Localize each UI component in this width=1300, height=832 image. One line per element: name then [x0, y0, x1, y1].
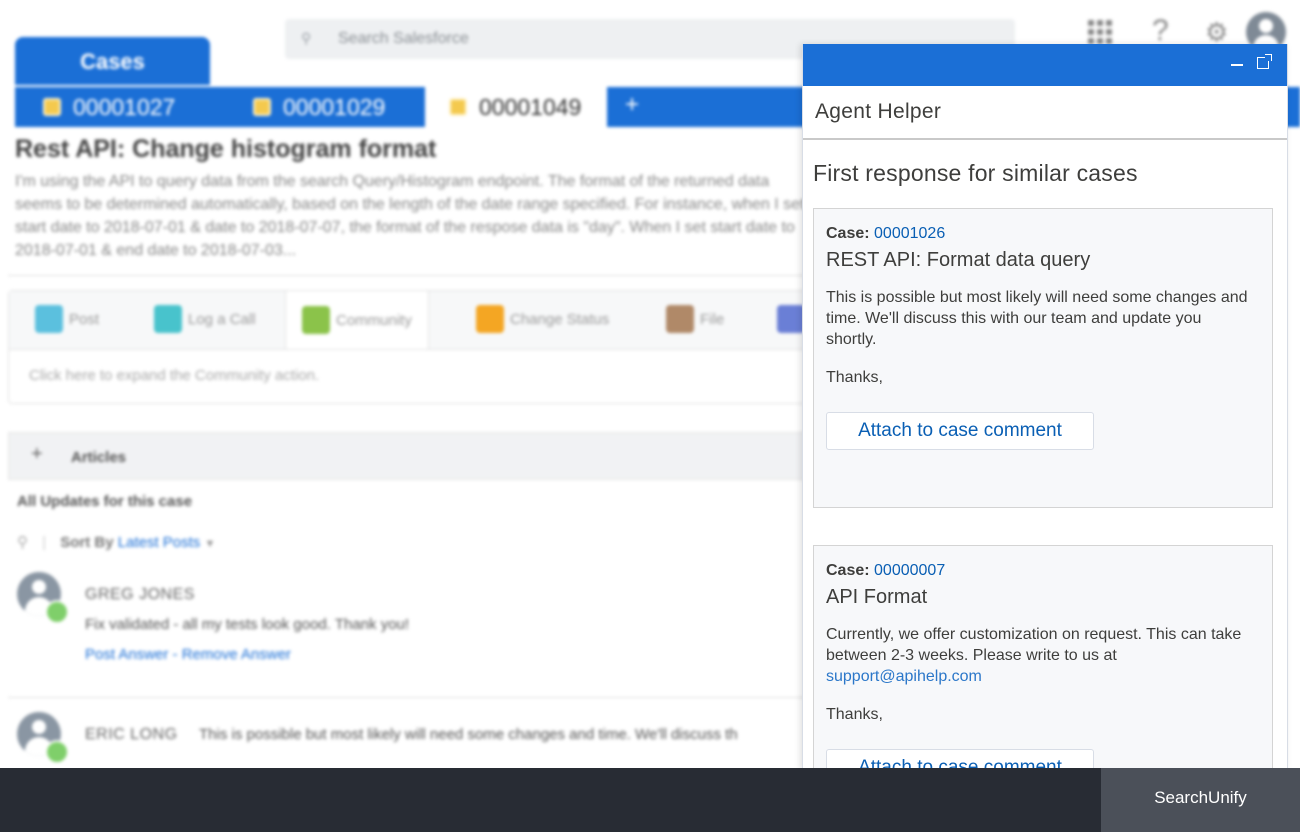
panel-title: Agent Helper	[815, 100, 942, 123]
case-title: Rest API: Change histogram format	[15, 135, 437, 163]
answer-links[interactable]: Post Answer - Remove Answer	[85, 646, 291, 663]
search-icon: ⚲	[301, 30, 312, 46]
case-icon	[449, 98, 467, 116]
case-prefix: Case:	[826, 225, 870, 242]
action-change-status[interactable]: Change Status	[476, 305, 609, 333]
chat-badge-icon	[45, 740, 69, 764]
divider	[803, 138, 1287, 140]
subtab-label: 00001049	[479, 93, 582, 120]
similar-case-card: Case: 00001026 REST API: Format data que…	[813, 208, 1273, 508]
file-icon	[666, 305, 694, 333]
sort-by-select[interactable]: Latest Posts	[118, 534, 201, 551]
chevron-down-icon[interactable]: ▼	[204, 538, 215, 550]
expand-community-action[interactable]: Click here to expand the Community actio…	[29, 367, 319, 384]
support-email-link[interactable]: support@apihelp.com	[826, 668, 982, 685]
publisher-actions: Post Log a Call Community Change Status …	[8, 290, 810, 404]
minimize-icon[interactable]	[1231, 64, 1243, 66]
card-thanks: Thanks,	[826, 369, 883, 386]
case-icon	[253, 98, 271, 116]
subtab-label: 00001027	[73, 93, 176, 120]
feed-text: This is possible but most likely will ne…	[199, 726, 738, 743]
subtab-label: 00001029	[283, 93, 386, 120]
popout-icon[interactable]	[1257, 54, 1272, 69]
help-icon[interactable]: ?	[1152, 14, 1169, 48]
community-icon	[302, 306, 330, 334]
case-icon	[43, 98, 61, 116]
chat-badge-icon	[45, 600, 69, 624]
case-line: Case: 00001026	[826, 225, 945, 243]
sort-by: ⚲ | Sort By Latest Posts ▼	[17, 534, 216, 551]
action-post[interactable]: Post	[35, 305, 99, 333]
search-placeholder: Search Salesforce	[338, 30, 469, 47]
agent-helper-panel: Agent Helper First response for similar …	[802, 44, 1288, 770]
articles-section[interactable]: + Articles	[8, 432, 810, 480]
card-thanks: Thanks,	[826, 706, 883, 723]
panel-header	[803, 44, 1287, 86]
card-body-text: Currently, we offer customization on req…	[826, 626, 1242, 664]
case-number-link[interactable]: 00001026	[874, 225, 945, 242]
divider	[8, 275, 808, 276]
feed-author[interactable]: GREG JONES	[85, 586, 195, 604]
phone-icon	[154, 305, 182, 333]
action-log-a-call[interactable]: Log a Call	[154, 305, 256, 333]
footer-bar: SearchUnify	[0, 768, 1300, 832]
feed-author[interactable]: ERIC LONG	[85, 726, 178, 744]
add-subtab-button[interactable]: +	[625, 91, 639, 119]
sort-by-label: Sort By	[60, 534, 114, 551]
expand-plus-icon[interactable]: +	[31, 443, 43, 466]
app-launcher-icon[interactable]	[1088, 20, 1112, 44]
divider	[8, 697, 808, 698]
card-body: This is possible but most likely will ne…	[826, 289, 1248, 348]
post-icon	[35, 305, 63, 333]
case-number-link[interactable]: 00000007	[874, 562, 945, 579]
case-prefix: Case:	[826, 562, 870, 579]
action-file[interactable]: File	[666, 305, 724, 333]
case-description: I'm using the API to query data from the…	[15, 173, 805, 259]
case-line: Case: 00000007	[826, 562, 945, 580]
subtab-case-00001049[interactable]: 00001049	[425, 87, 607, 127]
updates-label: All Updates for this case	[17, 493, 193, 510]
feed-text: Fix validated - all my tests look good. …	[85, 616, 410, 633]
cases-tab[interactable]: Cases	[15, 37, 210, 85]
feed-item: GREG JONES Fix validated - all my tests …	[17, 572, 807, 672]
subtab-case-00001029[interactable]: 00001029	[253, 87, 385, 127]
card-title: REST API: Format data query	[826, 249, 1091, 271]
action-community[interactable]: Community	[285, 291, 429, 349]
link-icon	[777, 305, 805, 333]
feed-item: ERIC LONG This is possible but most like…	[17, 712, 807, 764]
articles-label: Articles	[71, 449, 127, 466]
section-title: First response for similar cases	[813, 160, 1138, 186]
card-title: API Format	[826, 586, 928, 608]
lightning-icon	[476, 305, 504, 333]
attach-to-case-comment-button[interactable]: Attach to case comment	[826, 749, 1094, 770]
attach-to-case-comment-button[interactable]: Attach to case comment	[826, 412, 1094, 450]
card-body: Currently, we offer customization on req…	[826, 624, 1256, 687]
subtab-case-00001027[interactable]: 00001027	[43, 87, 175, 127]
search-feed-icon[interactable]: ⚲	[17, 534, 28, 551]
searchunify-button[interactable]: SearchUnify	[1101, 768, 1300, 832]
similar-case-card: Case: 00000007 API Format Currently, we …	[813, 545, 1273, 770]
